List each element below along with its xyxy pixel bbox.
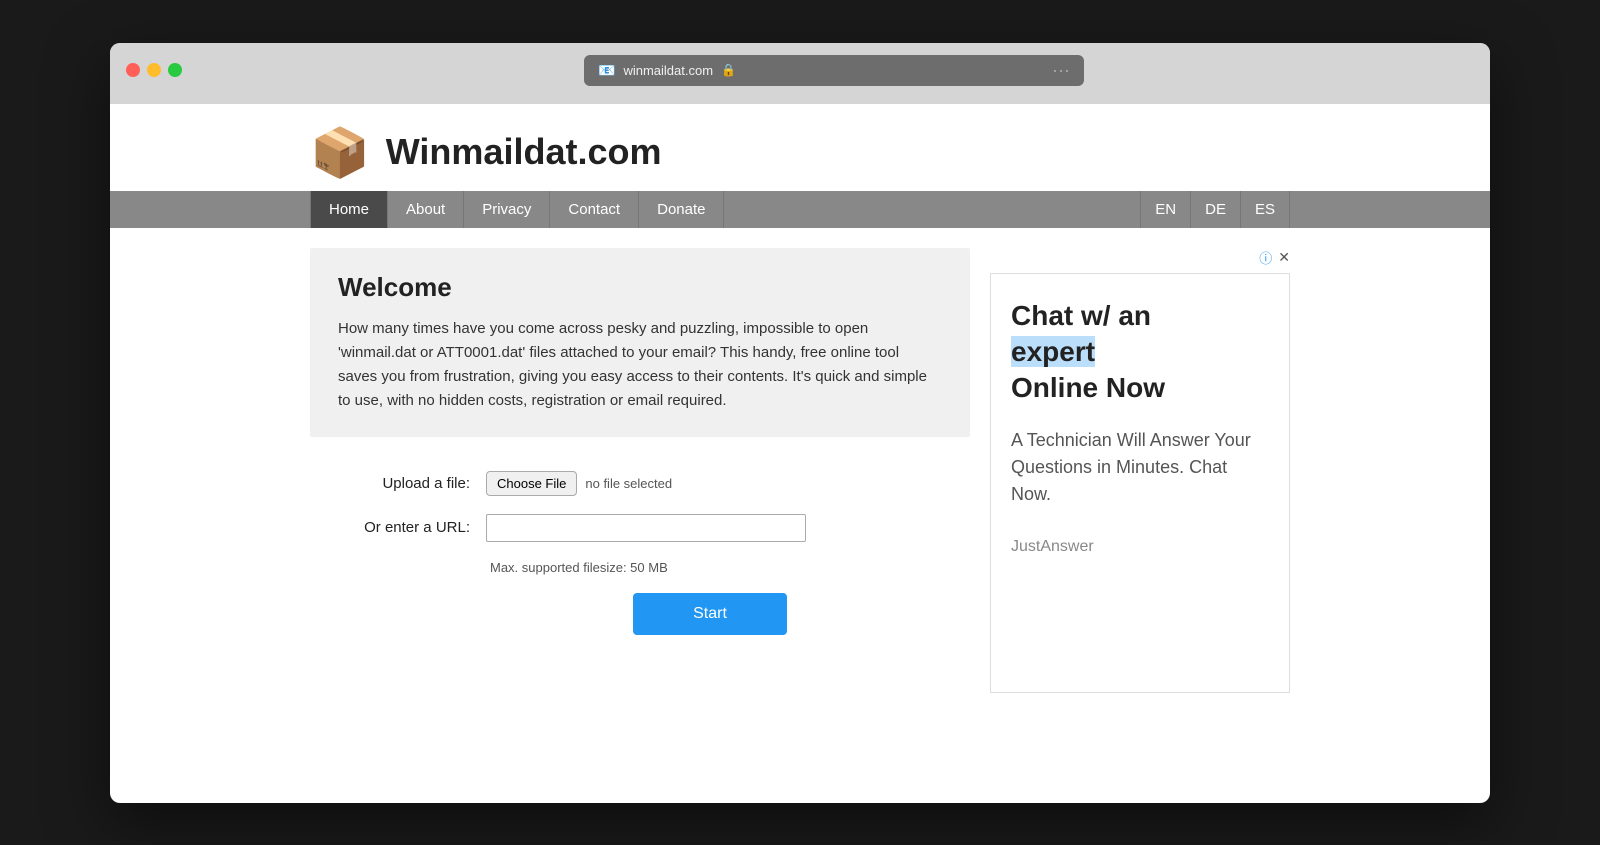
welcome-title: Welcome [338, 272, 942, 303]
nav-item-about[interactable]: About [388, 191, 464, 228]
ad-controls: ⓘ ✕ [990, 248, 1290, 267]
welcome-box: Welcome How many times have you come acr… [310, 248, 970, 437]
browser-tab-bar [126, 96, 1474, 104]
minimize-button[interactable] [147, 63, 161, 77]
upload-label: Upload a file: [330, 475, 470, 492]
nav-item-donate[interactable]: Donate [639, 191, 724, 228]
nav-bar: Home About Privacy Contact Donate EN DE … [110, 191, 1490, 228]
left-panel: Welcome How many times have you come acr… [310, 248, 970, 645]
page-header: 📦 Winmaildat.com [110, 104, 1490, 191]
upload-form: Upload a file: Choose File no file selec… [310, 461, 970, 645]
url-row: Or enter a URL: [330, 514, 950, 542]
nav-item-home[interactable]: Home [310, 191, 388, 228]
url-label: Or enter a URL: [330, 519, 470, 536]
lang-es[interactable]: ES [1240, 191, 1290, 228]
ad-close-icon[interactable]: ✕ [1278, 249, 1290, 266]
favicon-icon: 📧 [598, 62, 615, 79]
file-input-wrapper: Choose File no file selected [486, 471, 672, 496]
browser-chrome: 📧 winmaildat.com 🔒 ··· [110, 43, 1490, 104]
traffic-lights [126, 63, 182, 77]
main-content: Welcome How many times have you come acr… [110, 228, 1490, 713]
max-filesize-note: Max. supported filesize: 50 MB [490, 560, 950, 575]
browser-content: 📦 Winmaildat.com Home About Privacy Cont… [110, 104, 1490, 713]
ad-box: Chat w/ an expert Online Now A Technicia… [990, 273, 1290, 693]
url-input[interactable] [486, 514, 806, 542]
no-file-selected-text: no file selected [585, 476, 672, 491]
lang-en[interactable]: EN [1140, 191, 1190, 228]
address-text: winmaildat.com [623, 63, 713, 78]
right-panel: ⓘ ✕ Chat w/ an expert Online Now A Techn… [990, 248, 1290, 693]
site-logo-icon: 📦 [310, 124, 370, 181]
ad-brand: JustAnswer [1011, 538, 1269, 556]
browser-top-bar: 📧 winmaildat.com 🔒 ··· [126, 55, 1474, 86]
start-button[interactable]: Start [633, 593, 787, 635]
lock-icon: 🔒 [721, 63, 736, 77]
upload-file-row: Upload a file: Choose File no file selec… [330, 471, 950, 496]
ad-headline-part2: expert [1011, 336, 1095, 367]
lang-de[interactable]: DE [1190, 191, 1240, 228]
browser-menu-icon[interactable]: ··· [1052, 60, 1070, 81]
language-switcher: EN DE ES [1140, 191, 1290, 228]
nav-item-contact[interactable]: Contact [550, 191, 639, 228]
start-button-row: Start [470, 593, 950, 635]
close-button[interactable] [126, 63, 140, 77]
site-title: Winmaildat.com [386, 131, 662, 173]
browser-window: 📧 winmaildat.com 🔒 ··· 📦 Winmaildat.com … [110, 43, 1490, 803]
address-bar[interactable]: 📧 winmaildat.com 🔒 ··· [584, 55, 1084, 86]
ad-headline-part3: Online Now [1011, 372, 1165, 403]
ad-subtext: A Technician Will Answer Your Questions … [1011, 427, 1269, 508]
ad-headline: Chat w/ an expert Online Now [1011, 298, 1269, 407]
welcome-text: How many times have you come across pesk… [338, 317, 942, 413]
ad-info-icon[interactable]: ⓘ [1259, 248, 1272, 267]
nav-item-privacy[interactable]: Privacy [464, 191, 550, 228]
maximize-button[interactable] [168, 63, 182, 77]
choose-file-button[interactable]: Choose File [486, 471, 577, 496]
ad-headline-part1: Chat w/ an [1011, 300, 1151, 331]
